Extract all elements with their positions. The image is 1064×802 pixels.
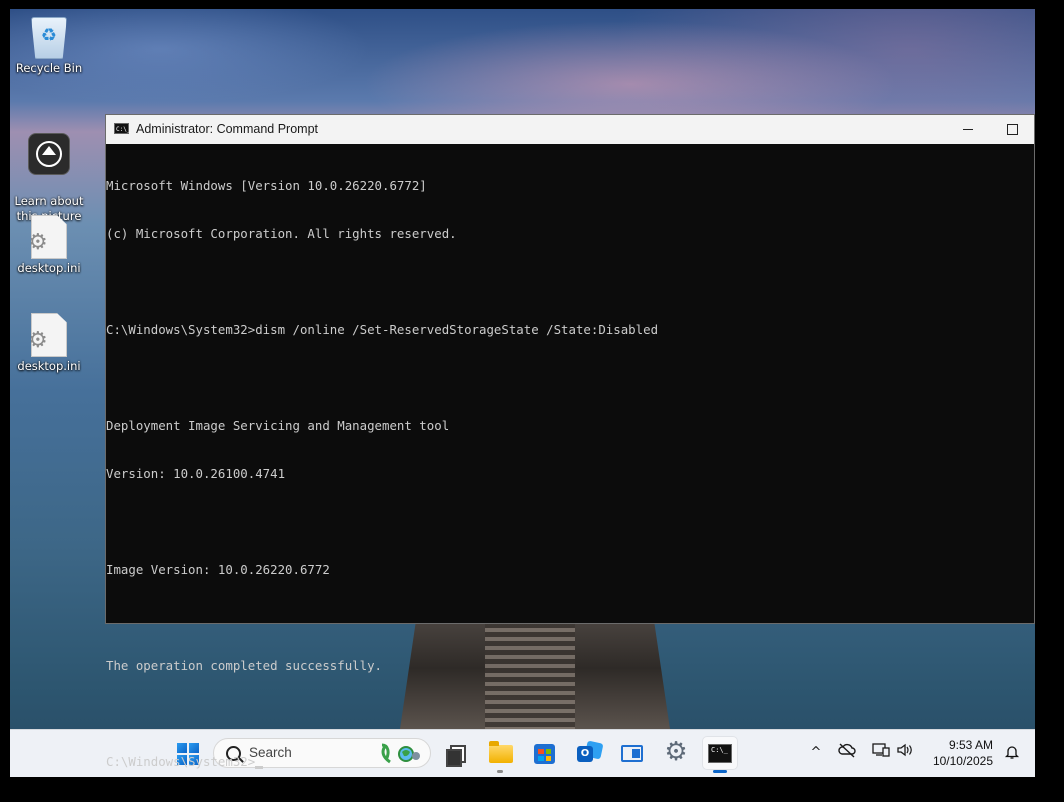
desktop-icon-desktop-ini-1[interactable]: ⚙ desktop.ini xyxy=(12,215,86,276)
maximize-button[interactable] xyxy=(990,115,1035,144)
learn-about-picture-icon xyxy=(28,133,70,175)
console-line: Microsoft Windows [Version 10.0.26220.67… xyxy=(106,178,427,193)
console-line: Version: 10.0.26100.4741 xyxy=(106,466,286,481)
console-prompt: C:\Windows\System32> xyxy=(106,754,256,769)
maximize-icon xyxy=(1007,124,1018,135)
console-line: C:\Windows\System32>dism /online /Set-Re… xyxy=(106,322,659,337)
desktop-icon-label: Recycle Bin xyxy=(15,61,83,75)
desktop-icon-recycle-bin[interactable]: ♻ Recycle Bin xyxy=(12,17,86,76)
command-prompt-icon: C:\_ xyxy=(114,123,130,134)
console-line: (c) Microsoft Corporation. All rights re… xyxy=(106,226,457,241)
settings-file-icon: ⚙ xyxy=(31,313,67,357)
text-cursor xyxy=(255,766,264,769)
recycle-bin-icon: ♻ xyxy=(31,17,67,59)
minimize-button[interactable] xyxy=(945,115,990,144)
command-prompt-window[interactable]: C:\_ Administrator: Command Prompt Micro… xyxy=(105,114,1035,769)
window-title: Administrator: Command Prompt xyxy=(136,122,319,136)
desktop-icon-desktop-ini-2[interactable]: ⚙ desktop.ini xyxy=(12,313,86,374)
desktop-icon-label: desktop.ini xyxy=(17,359,81,373)
console-line: Deployment Image Servicing and Managemen… xyxy=(106,418,450,433)
minimize-icon xyxy=(962,129,973,130)
console-output[interactable]: Microsoft Windows [Version 10.0.26220.67… xyxy=(106,144,1034,802)
desktop-icon-label: desktop.ini xyxy=(17,261,81,275)
console-prompt-line[interactable]: C:\Windows\System32> xyxy=(106,754,1034,770)
console-line: The operation completed successfully. xyxy=(106,658,383,673)
window-titlebar[interactable]: C:\_ Administrator: Command Prompt xyxy=(106,115,1034,144)
console-line: Image Version: 10.0.26220.6772 xyxy=(106,562,330,577)
settings-file-icon: ⚙ xyxy=(31,215,67,259)
